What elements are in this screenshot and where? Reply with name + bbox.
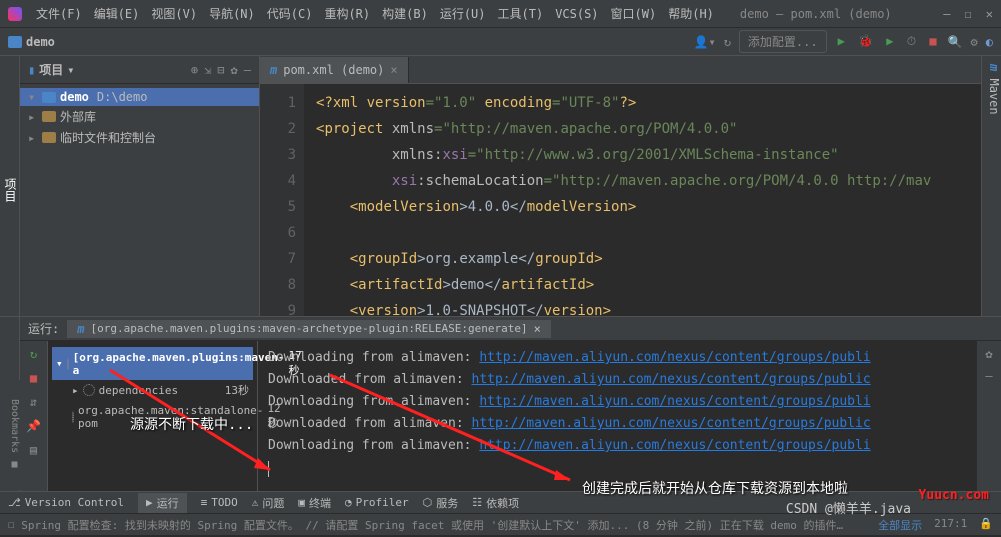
tab-terminal[interactable]: ▣ 终端 xyxy=(298,495,331,511)
status-msg1: Spring 配置检查: 找到未映射的 Spring 配置文件。 xyxy=(21,517,299,533)
menu-tools[interactable]: 工具(T) xyxy=(492,5,550,22)
debug-icon[interactable]: 🐞 xyxy=(858,34,873,48)
run-tree-pom[interactable]: org.apache.maven:standalone-pom12秒 xyxy=(52,400,253,433)
close-icon[interactable]: ✕ xyxy=(986,7,993,21)
menu-vcs[interactable]: VCS(S) xyxy=(549,7,604,21)
maven-tab-icon[interactable]: m xyxy=(987,64,1001,71)
sync-icon[interactable]: ↻ xyxy=(724,35,731,49)
expand-icon[interactable]: ⇲ xyxy=(204,63,211,77)
pin-icon[interactable]: 📌 xyxy=(26,419,41,433)
maven-tab[interactable]: Maven xyxy=(987,78,1001,114)
settings-icon[interactable]: ⚙ xyxy=(971,35,978,49)
editor-tab-pom[interactable]: m pom.xml (demo) × xyxy=(260,57,409,83)
user-icon[interactable]: 👤▾ xyxy=(694,35,716,49)
menu-view[interactable]: 视图(V) xyxy=(145,5,203,22)
breadcrumb-project[interactable]: demo xyxy=(26,35,55,49)
tree-label: demo xyxy=(60,90,89,104)
profile-icon[interactable]: ⏱ xyxy=(907,34,916,48)
menu-window[interactable]: 窗口(W) xyxy=(605,5,663,22)
maven-file-icon: m xyxy=(270,63,277,77)
tree-item-demo[interactable]: ▾ demo D:\demo xyxy=(20,88,259,106)
console-output[interactable]: Downloading from alimaven: http://maven.… xyxy=(258,341,977,491)
code-editor[interactable]: 123456789 <?xml version="1.0" encoding="… xyxy=(260,84,1001,316)
project-folder-icon xyxy=(8,36,22,48)
status-msg3: 正在下载 demo 的插件… xyxy=(720,517,843,533)
tree-label: 外部库 xyxy=(60,108,96,125)
csdn-watermark: CSDN @懒羊羊.java xyxy=(786,498,911,517)
menu-build[interactable]: 构建(B) xyxy=(376,5,434,22)
status-caret: 217:1 xyxy=(934,517,967,533)
hide-icon[interactable]: — xyxy=(244,63,251,77)
menu-run[interactable]: 运行(U) xyxy=(434,5,492,22)
run-tab[interactable]: m [org.apache.maven.plugins:maven-archet… xyxy=(67,320,551,338)
bookmarks-tab[interactable]: Bookmarks ■ xyxy=(0,380,20,490)
run-tree-root[interactable]: ▾[org.apache.maven.plugins:maven-a17秒 xyxy=(52,347,253,380)
tab-todo[interactable]: ≡ TODO xyxy=(201,496,238,509)
filter-icon[interactable]: ⇵ xyxy=(30,395,37,409)
search-icon[interactable]: 🔍 xyxy=(948,35,963,49)
stop-run-icon[interactable]: ■ xyxy=(30,371,37,385)
run-tree-dep[interactable]: ▸dependencies13秒 xyxy=(52,380,253,400)
tab-problems[interactable]: ⚠ 问题 xyxy=(252,495,285,511)
panel-hide-icon[interactable]: — xyxy=(985,369,992,383)
spinner-icon xyxy=(72,411,74,423)
menu-help[interactable]: 帮助(H) xyxy=(662,5,720,22)
folder-icon xyxy=(42,92,56,103)
stop-icon[interactable]: ■ xyxy=(929,34,936,48)
add-config-button[interactable]: 添加配置... xyxy=(739,30,827,53)
tab-profiler[interactable]: ◔ Profiler xyxy=(345,496,409,509)
menu-edit[interactable]: 编辑(E) xyxy=(88,5,146,22)
coverage-icon[interactable]: ▶ xyxy=(886,34,893,48)
status-showall[interactable]: 全部显示 xyxy=(878,517,922,533)
spinner-icon xyxy=(83,384,95,396)
panel-folder-icon: ▮ xyxy=(28,63,35,77)
watermark: Yuucn.com xyxy=(919,488,989,503)
menu-refactor[interactable]: 重构(R) xyxy=(318,5,376,22)
tab-run[interactable]: ▶ 运行 xyxy=(138,493,187,513)
project-panel-title: 项目 xyxy=(39,61,63,78)
rerun-icon[interactable]: ↻ xyxy=(30,347,37,361)
line-gutter: 123456789 xyxy=(260,84,304,316)
menu-nav[interactable]: 导航(N) xyxy=(203,5,261,22)
tree-path: D:\demo xyxy=(97,90,148,104)
run-tab-label: [org.apache.maven.plugins:maven-archetyp… xyxy=(90,322,527,335)
tree-item-ext-libs[interactable]: ▸ 外部库 xyxy=(20,106,259,127)
gear-icon[interactable]: ✿ xyxy=(231,63,238,77)
target-icon[interactable]: ⊕ xyxy=(191,63,198,77)
scratch-icon xyxy=(42,132,56,143)
minimize-icon[interactable]: — xyxy=(943,7,950,21)
tab-close-icon[interactable]: × xyxy=(390,63,397,77)
tab-vcs[interactable]: ⎇ Version Control xyxy=(8,496,124,509)
collapse-icon[interactable]: ⊟ xyxy=(217,63,224,77)
maximize-icon[interactable]: ☐ xyxy=(965,7,972,21)
tree-item-scratch[interactable]: ▸ 临时文件和控制台 xyxy=(20,127,259,148)
run-tab-close-icon[interactable]: × xyxy=(534,322,541,336)
tab-deps[interactable]: ☷ 依赖项 xyxy=(472,495,519,511)
tab-label: pom.xml (demo) xyxy=(283,63,384,77)
run-label: 运行: xyxy=(28,320,59,337)
project-tab[interactable]: 项目 xyxy=(3,178,17,202)
menu-file[interactable]: 文件(F) xyxy=(30,5,88,22)
left-tool-strip[interactable]: 项目 xyxy=(0,56,20,316)
app-logo xyxy=(8,7,22,21)
lib-icon xyxy=(42,111,56,122)
layout-icon[interactable]: ▤ xyxy=(30,443,37,457)
spinner-icon xyxy=(67,358,69,370)
right-tool-strip[interactable]: m Maven xyxy=(981,56,1001,316)
run-icon[interactable]: ▶ xyxy=(838,34,845,48)
tab-services[interactable]: ⬡ 服务 xyxy=(423,495,459,511)
menu-code[interactable]: 代码(C) xyxy=(261,5,319,22)
ai-icon[interactable]: ◐ xyxy=(986,35,993,49)
status-icon[interactable]: ☐ xyxy=(8,518,15,531)
panel-gear-icon[interactable]: ✿ xyxy=(985,347,992,361)
tree-label: 临时文件和控制台 xyxy=(60,129,156,146)
lock-icon[interactable]: 🔒 xyxy=(979,517,993,533)
maven-run-icon: m xyxy=(77,322,84,336)
code-content[interactable]: <?xml version="1.0" encoding="UTF-8"?><p… xyxy=(304,84,1001,316)
status-msg2: // 请配置 Spring facet 或使用 '创建默认上下文' 添加... … xyxy=(305,517,713,533)
window-title: demo – pom.xml (demo) xyxy=(740,7,892,21)
